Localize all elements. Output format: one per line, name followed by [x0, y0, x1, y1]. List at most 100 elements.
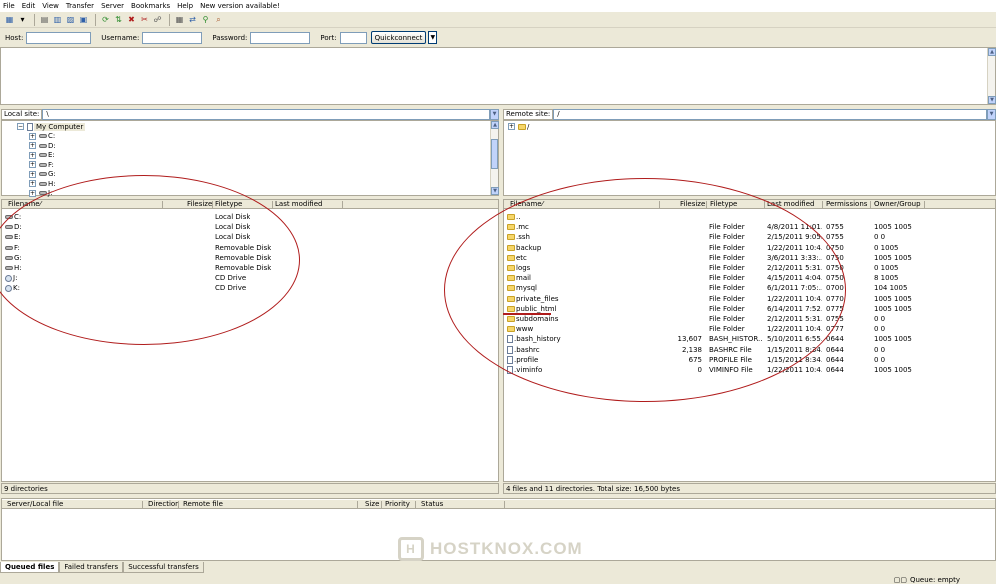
username-input[interactable] [142, 31, 203, 44]
toolbar-separator [169, 13, 170, 26]
process-queue-icon[interactable]: ⇅ [113, 14, 124, 25]
owner-cell: 0 0 [874, 315, 886, 323]
password-input[interactable] [250, 31, 311, 44]
site-manager-icon[interactable]: ▦ [4, 14, 15, 25]
drive-icon [39, 172, 47, 176]
remote-site-bar: Remote site: / ▼ [503, 108, 996, 120]
expand-icon[interactable]: + [29, 180, 36, 187]
remote-site-input[interactable]: / [553, 108, 987, 120]
queue-tabs: Queued files Failed transfers Successful t… [0, 562, 204, 574]
column-divider[interactable] [357, 501, 358, 508]
column-divider[interactable] [178, 501, 179, 508]
message-log: ▲ ▼ [0, 47, 996, 105]
menu-item[interactable]: Help [177, 2, 193, 10]
queue-col-priority[interactable]: Priority [385, 500, 410, 509]
tree-item-drive[interactable]: + H: [29, 179, 56, 188]
column-divider[interactable] [142, 501, 143, 508]
queue-col-remote[interactable]: Remote file [183, 500, 223, 509]
hostknox-watermark: H HOSTKNOX.COM [398, 537, 583, 561]
expand-icon[interactable]: + [508, 123, 515, 130]
tree-item-drive[interactable]: + C: [29, 132, 55, 141]
menu-item[interactable]: Transfer [66, 2, 94, 10]
local-site-input[interactable]: \ [42, 108, 490, 120]
disconnect-icon[interactable]: ✂ [139, 14, 150, 25]
queue-col-status[interactable]: Status [421, 500, 443, 509]
queue-col-direction[interactable]: Direction [148, 500, 180, 509]
expand-icon[interactable]: + [29, 189, 36, 197]
log-scrollbar[interactable]: ▲ ▼ [987, 48, 996, 104]
tree-item-label: H: [48, 179, 56, 188]
expand-icon[interactable]: + [29, 132, 36, 140]
quickconnect-dropdown-icon[interactable]: ▼ [428, 31, 438, 44]
queue-tab[interactable]: Successful transfers [123, 562, 204, 573]
port-input[interactable] [339, 31, 367, 44]
port-label: Port: [320, 33, 337, 42]
site-manager-dropdown-icon[interactable]: ▾ [17, 14, 28, 25]
menu-item[interactable]: File [3, 2, 15, 10]
scroll-up-icon[interactable]: ▲ [988, 48, 996, 56]
toolbar-separator [34, 13, 35, 26]
drive-icon [39, 143, 47, 148]
column-divider[interactable] [272, 201, 273, 208]
owner-cell: 8 1005 [874, 274, 899, 283]
queue-col-server[interactable]: Server/Local file [7, 500, 63, 509]
compare-icon[interactable]: ▦ [174, 14, 185, 25]
expand-icon[interactable]: + [29, 142, 36, 149]
scroll-down-icon[interactable]: ▼ [491, 187, 499, 195]
local-site-label: Local site: [1, 108, 43, 120]
owner-cell: 0 0 [874, 325, 886, 334]
menu-item[interactable]: View [42, 2, 59, 10]
local-site-dropdown-icon[interactable]: ▼ [490, 108, 499, 120]
tree-item-label: F: [48, 160, 54, 169]
column-divider[interactable] [924, 201, 925, 208]
menu-item[interactable]: Server [101, 2, 124, 10]
queue-tab[interactable]: Failed transfers [59, 562, 124, 573]
column-divider[interactable] [381, 501, 382, 508]
filter-icon[interactable]: ⚲ [200, 14, 211, 25]
column-divider[interactable] [870, 201, 871, 208]
owner-cell: 1005 1005 [874, 223, 912, 232]
menu-bar: File Edit View Transfer Server Bookmarks Help N… [0, 0, 996, 12]
tree-item-drive[interactable]: + G: [29, 170, 56, 179]
column-divider[interactable] [822, 201, 823, 208]
menu-item[interactable]: Edit [22, 2, 36, 10]
tree-item-my-computer[interactable]: − My Computer [17, 122, 86, 131]
remote-site-dropdown-icon[interactable]: ▼ [987, 108, 996, 120]
remote-col-permissions[interactable]: Permissions [826, 200, 867, 209]
refresh-icon[interactable]: ⟳ [100, 14, 111, 25]
reconnect-icon[interactable]: ☍ [152, 14, 163, 25]
menu-item[interactable]: Bookmarks [131, 2, 170, 10]
tree-item-drive[interactable]: + D: [29, 141, 56, 150]
expand-icon[interactable]: + [29, 151, 36, 159]
remote-col-owner[interactable]: Owner/Group [874, 200, 921, 209]
host-input[interactable] [26, 31, 92, 44]
queue-col-size[interactable]: Size [365, 500, 379, 509]
scroll-thumb[interactable] [491, 139, 498, 169]
scroll-down-icon[interactable]: ▼ [988, 96, 996, 104]
cancel-icon[interactable]: ✖ [126, 14, 137, 25]
queue-icon[interactable]: ▣ [78, 14, 89, 25]
column-divider[interactable] [504, 501, 505, 508]
message-log-icon[interactable]: ▤ [39, 14, 50, 25]
expand-icon[interactable]: + [29, 170, 36, 178]
expand-icon[interactable]: + [29, 161, 36, 168]
local-tree-icon[interactable]: ▥ [52, 14, 63, 25]
local-tree-scrollbar[interactable]: ▲ ▼ [490, 121, 499, 195]
column-divider[interactable] [342, 201, 343, 208]
search-icon[interactable]: ⌕ [213, 14, 224, 25]
scroll-up-icon[interactable]: ▲ [491, 121, 499, 129]
username-label: Username: [101, 33, 140, 42]
remote-tree-icon[interactable]: ▨ [65, 14, 76, 25]
remote-tree-root[interactable]: + / [508, 122, 529, 131]
menu-item[interactable]: New version available! [200, 2, 280, 10]
sync-browse-icon[interactable]: ⇄ [187, 14, 198, 25]
tree-item-drive[interactable]: + E: [29, 151, 55, 160]
tree-item-drive[interactable]: + F: [29, 160, 54, 169]
column-divider[interactable] [415, 501, 416, 508]
collapse-icon[interactable]: − [17, 123, 24, 130]
queue-tab[interactable]: Queued files [0, 562, 60, 573]
local-col-modified[interactable]: Last modified [275, 200, 322, 209]
owner-cell: 1005 1005 [874, 294, 912, 303]
host-label: Host: [5, 33, 24, 42]
quickconnect-button[interactable]: Quickconnect [370, 31, 427, 44]
